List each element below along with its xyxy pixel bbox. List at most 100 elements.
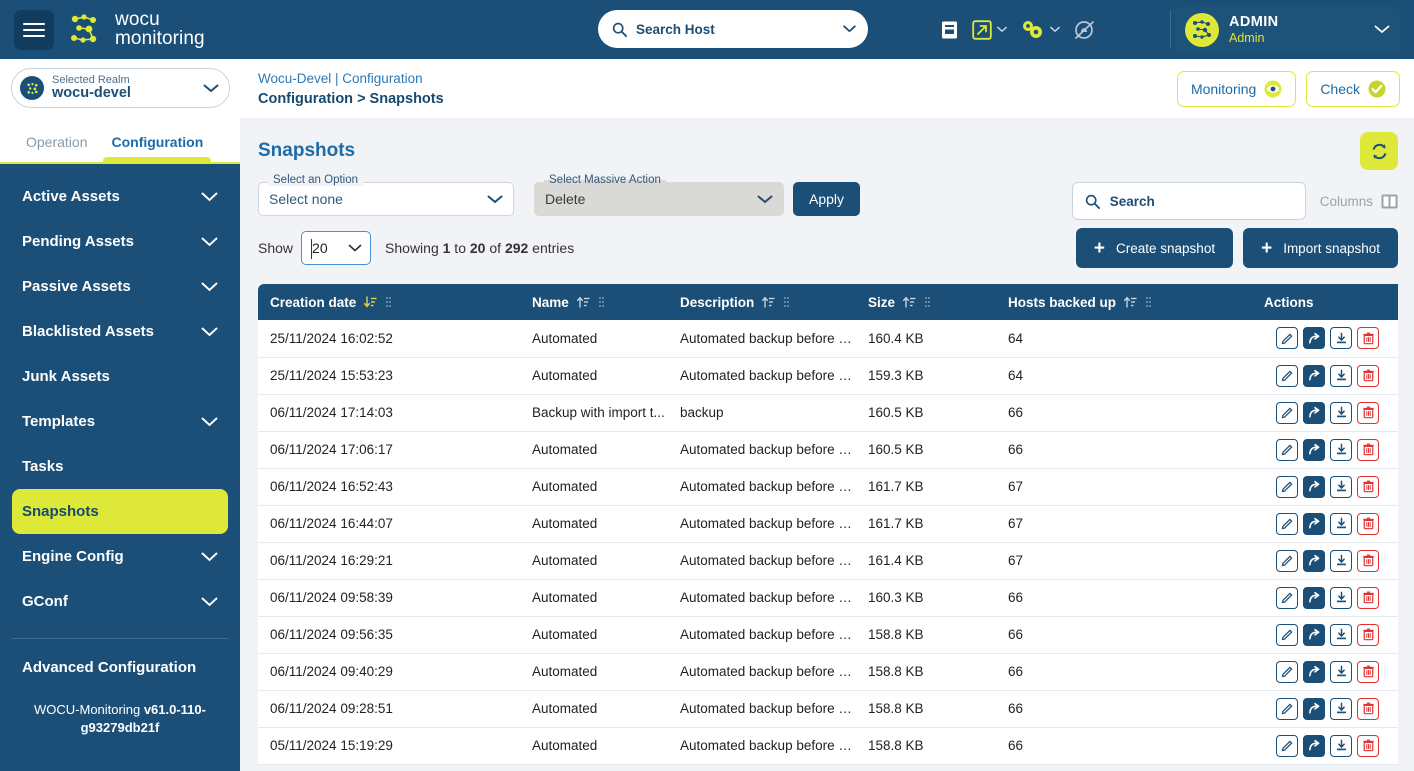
column-header-name[interactable]: Name: [520, 284, 668, 320]
delete-snapshot-button[interactable]: [1357, 438, 1379, 461]
table-row[interactable]: 05/11/2024 15:19:29 Automated Automated ba…: [258, 727, 1398, 765]
download-snapshot-button[interactable]: [1330, 438, 1352, 461]
restore-snapshot-button[interactable]: [1303, 586, 1325, 609]
page-size-select[interactable]: 20: [301, 231, 372, 265]
column-header-creation-date[interactable]: Creation date: [258, 284, 520, 320]
delete-snapshot-button[interactable]: [1357, 475, 1379, 498]
edit-snapshot-button[interactable]: [1276, 401, 1298, 424]
table-row[interactable]: 06/11/2024 17:06:17 Automated Automated ba…: [258, 431, 1398, 469]
delete-snapshot-button[interactable]: [1357, 586, 1379, 609]
sidebar-item-templates[interactable]: Templates: [12, 399, 228, 444]
table-row[interactable]: 06/11/2024 16:52:43 Automated Automated ba…: [258, 468, 1398, 506]
edit-snapshot-button[interactable]: [1276, 364, 1298, 387]
delete-snapshot-button[interactable]: [1357, 401, 1379, 424]
restore-snapshot-button[interactable]: [1303, 401, 1325, 424]
column-resize-grip-icon[interactable]: [924, 296, 931, 308]
download-snapshot-button[interactable]: [1330, 475, 1352, 498]
edit-snapshot-button[interactable]: [1276, 734, 1298, 757]
restore-snapshot-button[interactable]: [1303, 512, 1325, 535]
restore-snapshot-button[interactable]: [1303, 327, 1325, 350]
edit-snapshot-button[interactable]: [1276, 512, 1298, 535]
delete-snapshot-button[interactable]: [1357, 549, 1379, 572]
user-menu[interactable]: ADMIN Admin: [1175, 6, 1400, 53]
delete-snapshot-button[interactable]: [1357, 512, 1379, 535]
table-row[interactable]: 06/11/2024 09:40:29 Automated Automated ba…: [258, 653, 1398, 691]
restore-snapshot-button[interactable]: [1303, 697, 1325, 720]
restore-snapshot-button[interactable]: [1303, 364, 1325, 387]
sidebar-item-snapshots[interactable]: Snapshots: [12, 489, 228, 534]
search-input[interactable]: Search: [1071, 182, 1306, 220]
column-resize-grip-icon[interactable]: [783, 296, 790, 308]
download-snapshot-button[interactable]: [1330, 660, 1352, 683]
restore-snapshot-button[interactable]: [1303, 475, 1325, 498]
delete-snapshot-button[interactable]: [1357, 364, 1379, 387]
edit-snapshot-button[interactable]: [1276, 660, 1298, 683]
download-snapshot-button[interactable]: [1330, 734, 1352, 757]
book-icon[interactable]: [940, 20, 959, 40]
settings-gears-menu[interactable]: [1020, 19, 1060, 40]
download-snapshot-button[interactable]: [1330, 401, 1352, 424]
edit-snapshot-button[interactable]: [1276, 623, 1298, 646]
download-snapshot-button[interactable]: [1330, 327, 1352, 350]
sidebar-item-junk-assets[interactable]: Junk Assets: [12, 354, 228, 399]
table-row[interactable]: 06/11/2024 16:29:21 Automated Automated ba…: [258, 542, 1398, 580]
chevron-down-icon[interactable]: [843, 25, 856, 33]
restore-snapshot-button[interactable]: [1303, 438, 1325, 461]
table-row[interactable]: 06/11/2024 09:56:35 Automated Automated ba…: [258, 616, 1398, 654]
table-row[interactable]: 06/11/2024 17:14:03 Backup with import t.…: [258, 394, 1398, 432]
delete-snapshot-button[interactable]: [1357, 623, 1379, 646]
tab-configuration[interactable]: Configuration: [99, 134, 215, 164]
column-resize-grip-icon[interactable]: [385, 296, 392, 308]
select-massive-dropdown[interactable]: Delete: [534, 182, 784, 216]
no-notifications-icon[interactable]: [1073, 19, 1096, 41]
realm-selector[interactable]: Selected Realm wocu-devel: [11, 68, 230, 108]
search-host-input[interactable]: Search Host: [598, 10, 868, 48]
edit-snapshot-button[interactable]: [1276, 586, 1298, 609]
download-snapshot-button[interactable]: [1330, 364, 1352, 387]
import-snapshot-button[interactable]: + Import snapshot: [1243, 228, 1398, 268]
edit-snapshot-button[interactable]: [1276, 549, 1298, 572]
delete-snapshot-button[interactable]: [1357, 660, 1379, 683]
external-link-menu[interactable]: [972, 19, 1007, 40]
sidebar-item-gconf[interactable]: GConf: [12, 579, 228, 624]
hamburger-menu-icon[interactable]: [14, 9, 54, 50]
tab-operation[interactable]: Operation: [14, 134, 99, 162]
create-snapshot-button[interactable]: + Create snapshot: [1075, 228, 1234, 268]
delete-snapshot-button[interactable]: [1357, 697, 1379, 720]
sidebar-item-active-assets[interactable]: Active Assets: [12, 174, 228, 219]
monitoring-button[interactable]: Monitoring: [1176, 71, 1297, 107]
table-row[interactable]: 06/11/2024 09:58:39 Automated Automated ba…: [258, 579, 1398, 617]
download-snapshot-button[interactable]: [1330, 623, 1352, 646]
restore-snapshot-button[interactable]: [1303, 734, 1325, 757]
download-snapshot-button[interactable]: [1330, 697, 1352, 720]
check-button[interactable]: Check: [1306, 71, 1400, 107]
sidebar-item-blacklisted-assets[interactable]: Blacklisted Assets: [12, 309, 228, 354]
edit-snapshot-button[interactable]: [1276, 697, 1298, 720]
edit-snapshot-button[interactable]: [1276, 475, 1298, 498]
sidebar-item-pending-assets[interactable]: Pending Assets: [12, 219, 228, 264]
edit-snapshot-button[interactable]: [1276, 438, 1298, 461]
table-row[interactable]: 25/11/2024 15:53:23 Automated Automated ba…: [258, 357, 1398, 395]
column-resize-grip-icon[interactable]: [598, 296, 605, 308]
download-snapshot-button[interactable]: [1330, 586, 1352, 609]
restore-snapshot-button[interactable]: [1303, 549, 1325, 572]
restore-snapshot-button[interactable]: [1303, 660, 1325, 683]
table-row[interactable]: 06/11/2024 16:44:07 Automated Automated ba…: [258, 505, 1398, 543]
column-header-hosts-backed-up[interactable]: Hosts backed up: [996, 284, 1252, 320]
select-option-dropdown[interactable]: Select none: [258, 182, 514, 216]
column-header-size[interactable]: Size: [856, 284, 996, 320]
download-snapshot-button[interactable]: [1330, 512, 1352, 535]
columns-button[interactable]: Columns: [1320, 194, 1398, 209]
column-resize-grip-icon[interactable]: [1145, 296, 1152, 308]
sidebar-item-passive-assets[interactable]: Passive Assets: [12, 264, 228, 309]
table-row[interactable]: 06/11/2024 09:28:51 Automated Automated ba…: [258, 690, 1398, 728]
apply-button[interactable]: Apply: [793, 182, 861, 216]
column-header-description[interactable]: Description: [668, 284, 856, 320]
sidebar-item-tasks[interactable]: Tasks: [12, 444, 228, 489]
sidebar-item-advanced-configuration[interactable]: Advanced Configuration: [12, 645, 228, 689]
edit-snapshot-button[interactable]: [1276, 327, 1298, 350]
delete-snapshot-button[interactable]: [1357, 327, 1379, 350]
restore-snapshot-button[interactable]: [1303, 623, 1325, 646]
table-row[interactable]: 25/11/2024 16:02:52 Automated Automated ba…: [258, 320, 1398, 358]
download-snapshot-button[interactable]: [1330, 549, 1352, 572]
